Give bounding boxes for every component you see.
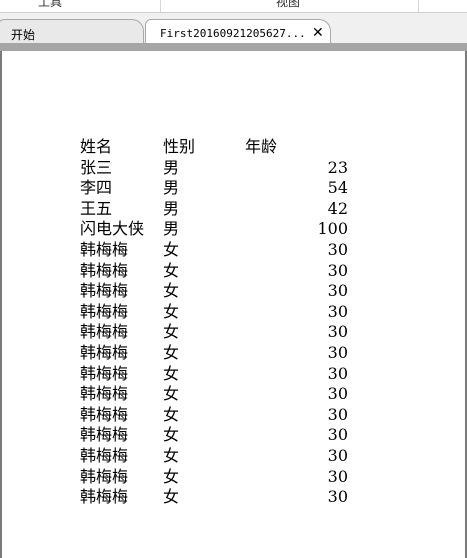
cell-name: 王五 <box>80 198 113 218</box>
cell-age: 30 <box>327 487 348 507</box>
cell-age: 42 <box>327 198 348 218</box>
header-name: 姓名 <box>80 137 113 156</box>
cell-age: 100 <box>317 219 348 239</box>
menu-separator <box>418 0 419 12</box>
cell-name: 李四 <box>80 178 113 198</box>
menu-bar: 工具 视图 <box>0 0 467 13</box>
cell-name: 韩梅梅 <box>80 322 129 342</box>
tab-label: 开始 <box>11 28 36 42</box>
cell-name: 韩梅梅 <box>80 466 129 486</box>
cell-gender: 女 <box>163 466 180 486</box>
cell-age: 30 <box>327 342 348 362</box>
cell-age: 23 <box>327 157 348 177</box>
tab-bar: 开始 First20160921205627... ✕ <box>0 13 467 45</box>
cell-gender: 女 <box>163 342 180 362</box>
cell-age: 30 <box>327 322 348 342</box>
cell-gender: 女 <box>163 445 180 465</box>
cell-gender: 男 <box>163 219 180 239</box>
cell-gender: 男 <box>163 157 180 177</box>
cell-age: 30 <box>327 363 348 383</box>
cell-name: 韩梅梅 <box>80 281 129 301</box>
cell-gender: 女 <box>163 281 180 301</box>
cell-age: 30 <box>327 466 348 486</box>
menu-view[interactable]: 视图 <box>276 0 300 10</box>
cell-name: 韩梅梅 <box>80 239 129 259</box>
cell-gender: 女 <box>163 239 180 259</box>
cell-name: 韩梅梅 <box>80 487 129 507</box>
close-icon[interactable]: ✕ <box>312 25 324 41</box>
cell-gender: 女 <box>163 363 180 383</box>
header-age: 年龄 <box>245 137 278 156</box>
tab-document[interactable]: First20160921205627... ✕ <box>145 19 331 45</box>
cell-gender: 女 <box>163 301 180 321</box>
cell-age: 30 <box>327 301 348 321</box>
toolbar-strip <box>0 43 467 51</box>
menu-separator <box>160 0 161 12</box>
tab-label: First20160921205627... <box>160 27 306 40</box>
header-gender: 性别 <box>163 137 196 156</box>
cell-age: 30 <box>327 425 348 445</box>
cell-age: 30 <box>327 239 348 259</box>
cell-name: 韩梅梅 <box>80 425 129 445</box>
cell-age: 30 <box>327 445 348 465</box>
cell-age: 30 <box>327 404 348 424</box>
cell-gender: 女 <box>163 425 180 445</box>
cell-age: 30 <box>327 260 348 280</box>
cell-name: 韩梅梅 <box>80 342 129 362</box>
cell-name: 韩梅梅 <box>80 363 129 383</box>
cell-name: 韩梅梅 <box>80 404 129 424</box>
menu-tools[interactable]: 工具 <box>38 0 62 10</box>
cell-age: 30 <box>327 384 348 404</box>
cell-gender: 女 <box>163 384 180 404</box>
cell-gender: 女 <box>163 322 180 342</box>
cell-gender: 男 <box>163 178 180 198</box>
cell-age: 54 <box>327 178 348 198</box>
tab-start[interactable]: 开始 <box>0 19 144 44</box>
document-page <box>0 51 467 558</box>
cell-name: 韩梅梅 <box>80 260 129 280</box>
cell-gender: 男 <box>163 198 180 218</box>
cell-name: 韩梅梅 <box>80 384 129 404</box>
cell-name: 闪电大侠 <box>80 219 145 239</box>
cell-gender: 女 <box>163 260 180 280</box>
cell-gender: 女 <box>163 404 180 424</box>
cell-name: 韩梅梅 <box>80 445 129 465</box>
cell-age: 30 <box>327 281 348 301</box>
cell-name: 韩梅梅 <box>80 301 129 321</box>
cell-gender: 女 <box>163 487 180 507</box>
cell-name: 张三 <box>80 157 113 177</box>
